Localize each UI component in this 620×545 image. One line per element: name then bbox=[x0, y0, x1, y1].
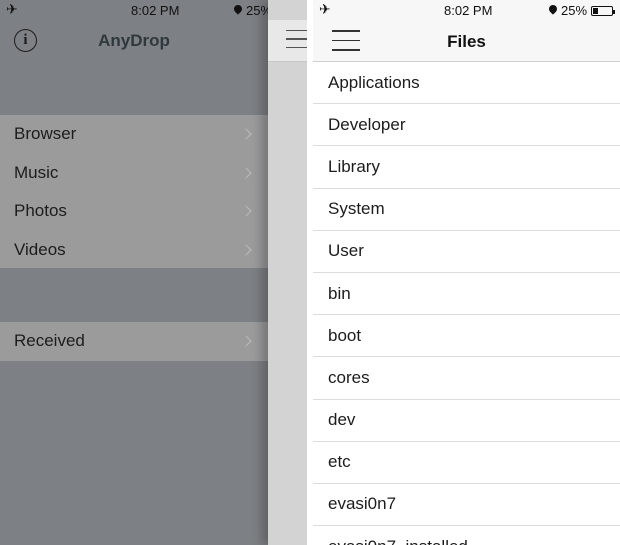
chevron-right-icon bbox=[240, 128, 252, 140]
menu-group-media: Browser Music Photos Videos bbox=[0, 115, 268, 268]
menu-item-label: Music bbox=[14, 162, 59, 182]
file-name: User bbox=[328, 241, 364, 261]
status-right: 25% bbox=[549, 3, 616, 18]
left-screen: ✈ 8:02 PM 25% i AnyDrop Browser Music Ph… bbox=[0, 0, 307, 545]
file-name: Library bbox=[328, 156, 380, 176]
file-name: boot bbox=[328, 325, 362, 345]
file-row-applications[interactable]: Applications bbox=[313, 62, 620, 105]
chevron-right-icon bbox=[240, 244, 252, 256]
file-row-dev[interactable]: dev bbox=[313, 400, 620, 442]
menu-item-received[interactable]: Received bbox=[0, 322, 268, 361]
status-bar: ✈ 8:02 PM 25% bbox=[313, 0, 620, 20]
content-peek[interactable] bbox=[268, 0, 307, 545]
menu-group-received: Received bbox=[0, 322, 268, 361]
chevron-right-icon bbox=[240, 335, 252, 347]
side-menu: ✈ 8:02 PM 25% i AnyDrop Browser Music Ph… bbox=[0, 0, 301, 545]
status-bar: ✈ 8:02 PM 25% bbox=[0, 0, 307, 20]
right-screen: ✈ 8:02 PM 25% Files Applications Develop… bbox=[313, 0, 620, 545]
file-name: evasi0n7_installed bbox=[328, 537, 468, 545]
menu-item-label: Videos bbox=[14, 239, 66, 259]
menu-item-label: Photos bbox=[14, 201, 67, 221]
file-row-developer[interactable]: Developer bbox=[313, 104, 620, 147]
file-list: Applications Developer Library System Us… bbox=[313, 62, 620, 545]
file-name: Developer bbox=[328, 114, 406, 134]
menu-item-music[interactable]: Music bbox=[0, 154, 268, 193]
file-row-bin[interactable]: bin bbox=[313, 273, 620, 316]
chevron-right-icon bbox=[240, 205, 252, 217]
file-name: System bbox=[328, 199, 385, 219]
battery-percent: 25% bbox=[561, 3, 588, 18]
menu-item-photos[interactable]: Photos bbox=[0, 192, 268, 231]
file-name: cores bbox=[328, 367, 370, 387]
file-row-evasi0n7[interactable]: evasi0n7 bbox=[313, 484, 620, 527]
location-icon bbox=[549, 5, 557, 16]
file-name: evasi0n7 bbox=[328, 494, 397, 514]
location-icon bbox=[234, 5, 242, 16]
file-name: bin bbox=[328, 283, 351, 303]
app-title: AnyDrop bbox=[98, 31, 170, 50]
menu-item-browser[interactable]: Browser bbox=[0, 115, 268, 154]
file-name: dev bbox=[328, 410, 356, 430]
menu-item-label: Received bbox=[14, 331, 85, 351]
status-time: 8:02 PM bbox=[444, 3, 493, 18]
file-row-library[interactable]: Library bbox=[313, 146, 620, 189]
menu-item-videos[interactable]: Videos bbox=[0, 231, 268, 270]
status-time: 8:02 PM bbox=[131, 3, 180, 18]
page-title: Files bbox=[447, 32, 486, 51]
file-row-etc[interactable]: etc bbox=[313, 442, 620, 484]
file-row-system[interactable]: System bbox=[313, 189, 620, 231]
nav-bar: Files bbox=[313, 20, 620, 62]
airplane-icon: ✈ bbox=[319, 1, 331, 17]
file-row-cores[interactable]: cores bbox=[313, 357, 620, 400]
file-name: etc bbox=[328, 452, 351, 472]
hamburger-menu-icon[interactable] bbox=[286, 30, 307, 50]
file-row-evasi0n7-installed[interactable]: evasi0n7_installed bbox=[313, 526, 620, 545]
chevron-right-icon bbox=[240, 167, 252, 179]
file-row-user[interactable]: User bbox=[313, 231, 620, 273]
menu-item-label: Browser bbox=[14, 124, 77, 144]
battery-icon bbox=[591, 5, 616, 16]
file-name: Applications bbox=[328, 72, 420, 92]
airplane-icon: ✈ bbox=[6, 1, 18, 17]
file-row-boot[interactable]: boot bbox=[313, 315, 620, 358]
menu-header: i AnyDrop bbox=[0, 20, 268, 62]
